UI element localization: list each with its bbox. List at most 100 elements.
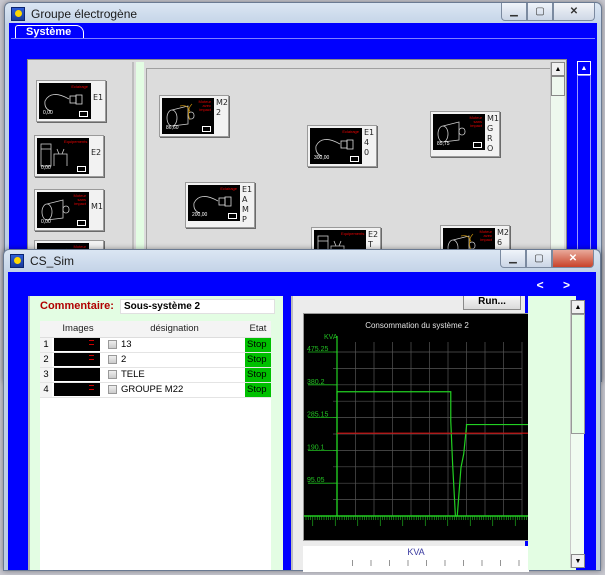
component-type-label: Eclairage bbox=[342, 129, 359, 134]
row-checkbox[interactable] bbox=[108, 384, 117, 394]
canvas-component[interactable]: Eclairage 300,00 E1 4 0 bbox=[307, 125, 377, 167]
moteur-avec-impact-icon: Moteur avec impact 86,60 bbox=[162, 98, 214, 134]
moteur-thumbnail-icon bbox=[54, 383, 100, 396]
column-header-images[interactable]: Images bbox=[52, 321, 104, 338]
close-button[interactable]: ✕ bbox=[552, 250, 594, 268]
row-checkbox[interactable] bbox=[108, 354, 117, 364]
designation-text: 2 bbox=[121, 354, 127, 365]
eclairage-icon: Eclairage 200,00 bbox=[188, 185, 240, 221]
designation-text: TELE bbox=[121, 369, 145, 380]
component-value: 300,00 bbox=[314, 155, 330, 161]
state-badge[interactable]: Stop bbox=[245, 337, 271, 353]
generator-icon bbox=[473, 142, 482, 148]
moteur-sans-impact-icon: Moteur sans impact 85,75 bbox=[433, 114, 485, 150]
state-badge[interactable]: Stop bbox=[245, 367, 271, 383]
row-checkbox[interactable] bbox=[108, 369, 117, 379]
table-row[interactable]: 4 GROUPE M22 Stop bbox=[40, 382, 271, 398]
subsystem-pane: Commentaire: Sous-système 2 Images désig… bbox=[28, 296, 283, 570]
generator-icon bbox=[350, 156, 359, 162]
scroll-up-arrow-icon[interactable]: ▲ bbox=[571, 300, 585, 314]
column-header-designation[interactable]: désignation bbox=[104, 321, 245, 338]
row-image bbox=[52, 367, 104, 383]
component-type-label: Moteuravecimpact bbox=[479, 229, 492, 242]
table-row[interactable]: 1 13 Stop bbox=[40, 337, 271, 353]
window-client: < > Commentaire: Sous-système 2 Images d… bbox=[8, 272, 596, 572]
palette-component[interactable]: Moteur sans impact 0,00 M1 bbox=[34, 189, 104, 231]
scroll-thumb[interactable] bbox=[551, 76, 565, 96]
eclairage-icon: Eclairage 300,00 bbox=[310, 128, 362, 164]
next-button[interactable]: > bbox=[563, 278, 578, 292]
vertical-scrollbar[interactable]: ▲ ▼ bbox=[570, 300, 585, 568]
component-type-label: Equipements bbox=[64, 139, 88, 144]
maximize-button[interactable]: ▢ bbox=[526, 250, 552, 268]
tele-thumbnail-icon bbox=[54, 368, 100, 381]
scroll-up-arrow-icon[interactable]: ▲ bbox=[577, 61, 591, 75]
minimize-button[interactable]: ▁ bbox=[500, 250, 526, 268]
row-checkbox[interactable] bbox=[108, 339, 117, 349]
designation-cell: TELE bbox=[104, 367, 245, 383]
scroll-thumb[interactable] bbox=[571, 314, 585, 434]
window-title: CS_Sim bbox=[30, 254, 75, 268]
y-tick-label: 475.25 bbox=[307, 346, 329, 353]
palette-component[interactable]: Eclairage 0,00 E1 bbox=[36, 80, 106, 122]
row-number: 2 bbox=[40, 352, 52, 368]
component-tag: M2 2 bbox=[216, 98, 228, 117]
component-type-label: Eclairage bbox=[220, 186, 237, 191]
component-type-label: Eclairage bbox=[71, 84, 88, 89]
state-badge[interactable]: Stop bbox=[245, 382, 271, 398]
generator-icon bbox=[228, 213, 237, 219]
row-image bbox=[52, 337, 104, 353]
component-type-label: Moteursansimpact bbox=[73, 193, 86, 206]
component-type-label: Moteursansimpact bbox=[469, 115, 482, 128]
canvas-component[interactable]: Moteur avec impact 86,60 M2 2 bbox=[159, 95, 229, 137]
state-badge[interactable]: Stop bbox=[245, 352, 271, 368]
designation-text: GROUPE M22 bbox=[121, 384, 184, 395]
row-number: 1 bbox=[40, 337, 52, 353]
column-header-etat[interactable]: Etat bbox=[245, 321, 271, 338]
prev-button[interactable]: < bbox=[537, 278, 552, 292]
component-value: 200,00 bbox=[192, 212, 208, 218]
palette-component[interactable]: Equipements 0,00 E2 bbox=[34, 135, 104, 177]
component-type-label: Moteuravecimpact bbox=[198, 99, 211, 112]
scroll-down-arrow-icon[interactable]: ▼ bbox=[571, 554, 585, 568]
row-header-corner bbox=[40, 321, 52, 338]
generator-icon bbox=[202, 126, 211, 132]
component-tag: M1 bbox=[91, 202, 103, 211]
generator-icon bbox=[77, 220, 86, 226]
bottom-axis-panel: KVA bbox=[303, 546, 529, 572]
maximize-button[interactable]: ▢ bbox=[527, 3, 553, 21]
canvas-component[interactable]: Eclairage 200,00 E1 A M P bbox=[185, 182, 255, 228]
generator-icon bbox=[77, 166, 86, 172]
table-row[interactable]: 2 2 Stop bbox=[40, 352, 271, 368]
scroll-up-arrow-icon[interactable]: ▲ bbox=[551, 62, 565, 76]
chart-svg: Consommation du système 2 KVA 475.25 380.2 2… bbox=[304, 321, 532, 526]
component-tag: E1 A M P bbox=[242, 185, 253, 224]
row-number: 3 bbox=[40, 367, 52, 383]
window-title: Groupe électrogène bbox=[31, 7, 138, 21]
run-button[interactable]: Run... bbox=[463, 296, 521, 310]
y-tick-label: 380.2 bbox=[307, 379, 325, 386]
moteur-thumbnail-icon bbox=[54, 353, 100, 366]
comment-label: Commentaire: bbox=[40, 300, 114, 312]
titlebar[interactable]: CS_Sim ▁ ▢ ✕ bbox=[4, 250, 600, 272]
table-row[interactable]: 3 TELE Stop bbox=[40, 367, 271, 383]
app-icon bbox=[11, 7, 25, 21]
y-axis-label: KVA bbox=[324, 334, 338, 341]
component-tag: E2 bbox=[91, 148, 102, 157]
eclairage-icon: Eclairage 0,00 bbox=[39, 83, 91, 119]
tab-systeme[interactable]: Système bbox=[15, 25, 85, 39]
comment-field[interactable]: Sous-système 2 bbox=[119, 298, 275, 314]
titlebar[interactable]: Groupe électrogène ▁ ▢ ✕ bbox=[5, 3, 601, 25]
equipements-icon: Equipements 0,00 bbox=[37, 138, 89, 174]
component-tag: M1 G R O bbox=[487, 114, 499, 153]
y-tick-label: 190.1 bbox=[307, 444, 325, 451]
designation-cell: GROUPE M22 bbox=[104, 382, 245, 398]
component-value: 0,00 bbox=[41, 219, 51, 225]
generator-icon bbox=[79, 111, 88, 117]
close-button[interactable]: ✕ bbox=[553, 3, 595, 21]
app-icon bbox=[10, 254, 24, 268]
designation-text: 13 bbox=[121, 339, 132, 350]
canvas-component[interactable]: Moteur sans impact 85,75 M1 G R O bbox=[430, 111, 500, 157]
component-value: 85,75 bbox=[437, 141, 450, 147]
minimize-button[interactable]: ▁ bbox=[501, 3, 527, 21]
